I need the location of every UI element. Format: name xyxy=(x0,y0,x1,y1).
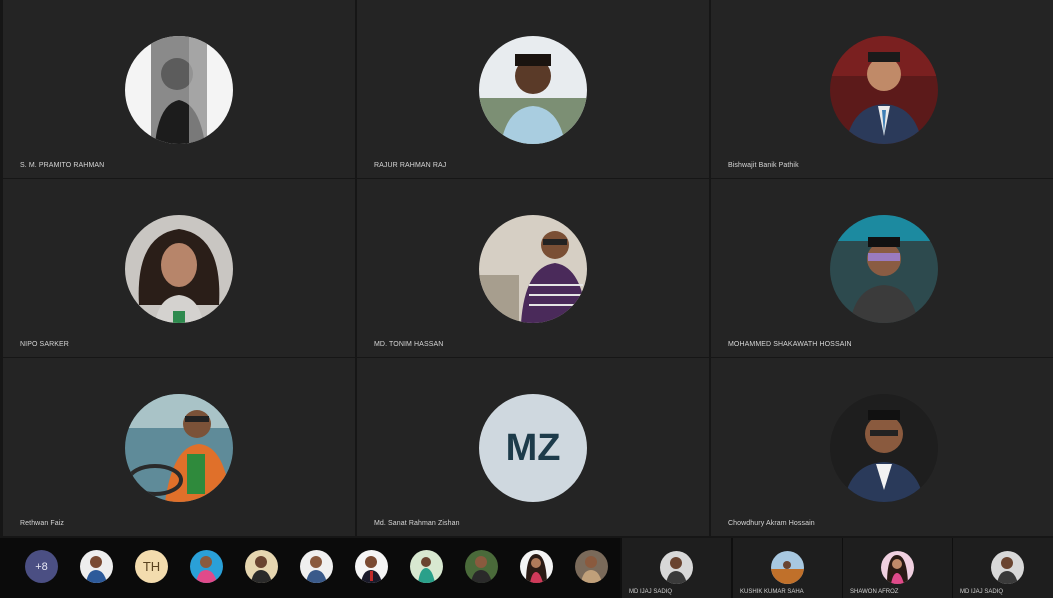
side-participant-name: MD IJAJ SADIQ xyxy=(960,589,1004,595)
overflow-avatar-row: +8 TH xyxy=(0,538,620,598)
strip-avatar[interactable] xyxy=(520,550,553,583)
participant-name: MOHAMMED SHAKAWATH HOSSAIN xyxy=(728,341,852,348)
participant-avatar: MZ xyxy=(479,394,587,502)
side-participant-name: KUSHIK KUMAR SAHA xyxy=(740,589,804,595)
participant-tile[interactable]: S. M. PRAMITO RAHMAN xyxy=(3,0,355,178)
participant-name: Md. Sanat Rahman Zishan xyxy=(374,520,460,527)
participant-avatar xyxy=(479,36,587,144)
participant-avatar xyxy=(479,215,587,323)
strip-avatar[interactable] xyxy=(245,550,278,583)
more-participants-button[interactable]: +8 xyxy=(25,550,58,583)
side-participant-name: SHAWON AFROZ xyxy=(850,589,899,595)
meeting-stage: S. M. PRAMITO RAHMAN RAJUR RAHMAN RAJ Bi… xyxy=(0,0,1053,598)
participant-avatar xyxy=(125,215,233,323)
video-grid: S. M. PRAMITO RAHMAN RAJUR RAHMAN RAJ Bi… xyxy=(3,0,1053,537)
participant-name: S. M. PRAMITO RAHMAN xyxy=(20,162,105,169)
participant-avatar xyxy=(830,36,938,144)
side-participant-avatar xyxy=(771,551,804,584)
participant-name: Rethwan Faiz xyxy=(20,520,64,527)
side-participant-tile[interactable]: MD IJAJ SADIQ xyxy=(622,538,731,598)
participant-name: Bishwajit Banik Pathik xyxy=(728,162,799,169)
participant-tile[interactable]: MOHAMMED SHAKAWATH HOSSAIN xyxy=(711,179,1053,357)
participant-tile[interactable]: Rethwan Faiz xyxy=(3,358,355,536)
participant-tile[interactable]: Bishwajit Banik Pathik xyxy=(711,0,1053,178)
strip-initials-avatar[interactable]: TH xyxy=(135,550,168,583)
participant-avatar xyxy=(125,36,233,144)
strip-avatar[interactable] xyxy=(190,550,223,583)
side-participant-tile[interactable]: MD IJAJ SADIQ xyxy=(953,538,1053,598)
participant-avatar xyxy=(830,394,938,502)
initials-avatar: MZ xyxy=(479,394,587,502)
participant-tile[interactable]: MZ Md. Sanat Rahman Zishan xyxy=(357,358,709,536)
strip-avatar[interactable] xyxy=(80,550,113,583)
participant-avatar xyxy=(125,394,233,502)
participant-name: Chowdhury Akram Hossain xyxy=(728,520,815,527)
strip-avatar[interactable] xyxy=(300,550,333,583)
side-participant-tile[interactable]: SHAWON AFROZ xyxy=(843,538,952,598)
participant-strip: +8 TH MD IJAJ SADIQ KUSHIK KUMAR SAHA SH… xyxy=(0,538,1053,598)
strip-avatar[interactable] xyxy=(465,550,498,583)
side-participant-avatar xyxy=(660,551,693,584)
strip-avatar[interactable] xyxy=(575,550,608,583)
participant-tile[interactable]: NIPO SARKER xyxy=(3,179,355,357)
side-participant-avatar xyxy=(881,551,914,584)
side-participant-tile[interactable]: KUSHIK KUMAR SAHA xyxy=(733,538,842,598)
participant-tile[interactable]: MD. TONIM HASSAN xyxy=(357,179,709,357)
side-participant-name: MD IJAJ SADIQ xyxy=(629,589,673,595)
participant-tile[interactable]: RAJUR RAHMAN RAJ xyxy=(357,0,709,178)
participant-name: MD. TONIM HASSAN xyxy=(374,341,444,348)
participant-avatar xyxy=(830,215,938,323)
strip-avatar[interactable] xyxy=(355,550,388,583)
participant-tile[interactable]: Chowdhury Akram Hossain xyxy=(711,358,1053,536)
side-participant-avatar xyxy=(991,551,1024,584)
strip-avatar[interactable] xyxy=(410,550,443,583)
participant-name: NIPO SARKER xyxy=(20,341,69,348)
participant-name: RAJUR RAHMAN RAJ xyxy=(374,162,447,169)
